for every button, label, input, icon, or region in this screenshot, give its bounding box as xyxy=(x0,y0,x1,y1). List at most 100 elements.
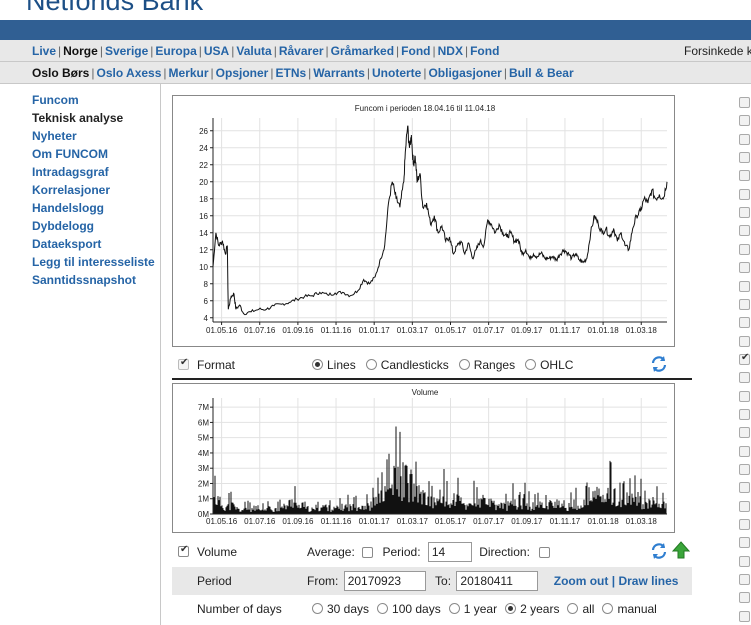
from-label: From: xyxy=(307,574,339,588)
right-checkbox[interactable] xyxy=(739,97,750,108)
format-option[interactable]: Candlesticks xyxy=(365,358,449,372)
right-checkbox[interactable] xyxy=(739,372,750,384)
right-checkbox[interactable] xyxy=(739,408,750,420)
secondary-nav-item[interactable]: Merkur xyxy=(169,66,209,80)
y-tick-label: 16 xyxy=(199,212,208,221)
secondary-nav-item[interactable]: Bull & Bear xyxy=(509,66,574,80)
days-radio[interactable] xyxy=(602,603,614,614)
primary-nav-item[interactable]: Gråmarked xyxy=(331,44,394,58)
right-checkbox[interactable] xyxy=(739,610,750,622)
direction-checkbox[interactable] xyxy=(539,546,551,558)
right-checkbox[interactable] xyxy=(739,298,750,310)
nav-separator: | xyxy=(432,44,436,58)
days-radio[interactable] xyxy=(312,603,323,614)
right-checkbox[interactable] xyxy=(739,352,750,365)
right-checkbox[interactable] xyxy=(739,555,750,567)
refresh-icon[interactable] xyxy=(650,355,668,373)
format-radio[interactable] xyxy=(312,359,323,370)
price-series-line xyxy=(212,125,668,316)
format-radio[interactable] xyxy=(525,359,537,370)
right-checkbox[interactable] xyxy=(739,280,750,292)
y-tick-label: 24 xyxy=(199,144,208,153)
primary-nav-item[interactable]: Sverige xyxy=(105,44,148,58)
days-option-label: all xyxy=(582,602,595,616)
format-option[interactable]: OHLC xyxy=(525,358,573,372)
sidebar-item[interactable]: Om FUNCOM xyxy=(32,145,160,163)
days-option[interactable]: 1 year xyxy=(448,602,497,616)
right-checkbox[interactable] xyxy=(739,464,750,475)
sidebar-item[interactable]: Intradagsgraf xyxy=(32,163,160,181)
format-radio[interactable] xyxy=(458,359,470,370)
from-date-input[interactable]: 20170923 xyxy=(343,571,426,591)
right-checkbox[interactable] xyxy=(739,188,750,200)
format-option[interactable]: Ranges xyxy=(458,358,515,372)
average-checkbox[interactable] xyxy=(362,546,374,558)
secondary-nav-item[interactable]: Oslo Børs xyxy=(32,66,89,80)
days-option[interactable]: 2 years xyxy=(505,602,559,616)
primary-nav-item[interactable]: USA xyxy=(204,44,229,58)
days-option[interactable]: 30 days xyxy=(312,602,369,616)
days-radio[interactable] xyxy=(448,603,460,614)
format-option[interactable]: Lines xyxy=(312,358,356,372)
period-input[interactable]: 14 xyxy=(427,542,472,562)
refresh-icon[interactable] xyxy=(650,542,668,560)
right-checkbox[interactable] xyxy=(739,115,750,127)
sidebar-item[interactable]: Legg til interesseliste xyxy=(32,253,160,271)
primary-nav-item[interactable]: Fond xyxy=(470,44,499,58)
right-checkbox[interactable] xyxy=(739,243,750,255)
format-checkbox[interactable] xyxy=(178,357,189,370)
sidebar-item[interactable]: Korrelasjoner xyxy=(32,181,160,199)
sidebar-item[interactable]: Nyheter xyxy=(32,127,160,145)
arrow-up-icon[interactable] xyxy=(672,541,690,559)
volume-checkbox[interactable] xyxy=(178,544,189,557)
right-checkbox[interactable] xyxy=(739,500,750,512)
primary-nav-item[interactable]: NDX xyxy=(438,44,463,58)
primary-nav-item[interactable]: Råvarer xyxy=(279,44,324,58)
format-radio[interactable] xyxy=(365,359,377,370)
sidebar-item[interactable]: Funcom xyxy=(32,91,160,109)
days-radio[interactable] xyxy=(377,603,389,614)
secondary-nav-item[interactable]: Opsjoner xyxy=(216,66,269,80)
secondary-nav-item[interactable]: Unoterte xyxy=(372,66,421,80)
zoom-out-link[interactable]: Zoom out xyxy=(554,574,609,588)
sidebar-item[interactable]: Handelslogg xyxy=(32,199,160,217)
draw-lines-link[interactable]: Draw lines xyxy=(618,574,678,588)
volume-row: Volume Average: Period: 14 Direction: xyxy=(172,538,692,566)
days-option[interactable]: 100 days xyxy=(377,602,441,616)
to-date-input[interactable]: 20180411 xyxy=(456,571,539,591)
right-checkbox[interactable] xyxy=(739,152,750,164)
days-option[interactable]: all xyxy=(567,602,594,616)
secondary-nav-item[interactable]: Oslo Axess xyxy=(96,66,161,80)
days-radio[interactable] xyxy=(567,603,579,614)
sidebar-item[interactable]: Dataeksport xyxy=(32,235,160,253)
right-checkbox[interactable] xyxy=(739,574,750,586)
right-checkbox[interactable] xyxy=(739,207,750,219)
sidebar-item[interactable]: Sanntidssnapshot xyxy=(32,271,160,289)
primary-nav-item[interactable]: Valuta xyxy=(236,44,271,58)
right-checkbox[interactable] xyxy=(739,427,750,439)
right-checkbox[interactable] xyxy=(739,225,750,237)
right-checkbox[interactable] xyxy=(739,133,750,145)
brand-logo[interactable]: Netfonds Bank xyxy=(26,0,203,17)
right-checkbox[interactable] xyxy=(739,592,750,604)
days-radio[interactable] xyxy=(505,603,517,614)
right-checkbox[interactable] xyxy=(739,335,750,347)
primary-nav-item[interactable]: Live xyxy=(32,44,56,58)
right-checkbox[interactable] xyxy=(739,170,750,182)
right-checkbox[interactable] xyxy=(739,445,750,457)
secondary-nav-item[interactable]: Obligasjoner xyxy=(428,66,501,80)
right-checkbox[interactable] xyxy=(739,519,750,531)
secondary-nav-item[interactable]: ETNs xyxy=(275,66,306,80)
primary-nav-item[interactable]: Norge xyxy=(63,44,98,58)
right-checkbox[interactable] xyxy=(739,317,750,329)
primary-nav-item[interactable]: Europa xyxy=(155,44,196,58)
secondary-nav-item[interactable]: Warrants xyxy=(313,66,365,80)
days-option[interactable]: manual xyxy=(602,602,657,616)
right-checkbox[interactable] xyxy=(739,390,750,402)
primary-nav-item[interactable]: Fond xyxy=(401,44,430,58)
x-tick-label: 01.01.17 xyxy=(359,326,391,335)
sidebar-item[interactable]: Dybdelogg xyxy=(32,217,160,235)
right-checkbox[interactable] xyxy=(739,482,750,494)
right-checkbox[interactable] xyxy=(739,537,750,549)
right-checkbox[interactable] xyxy=(739,262,750,274)
